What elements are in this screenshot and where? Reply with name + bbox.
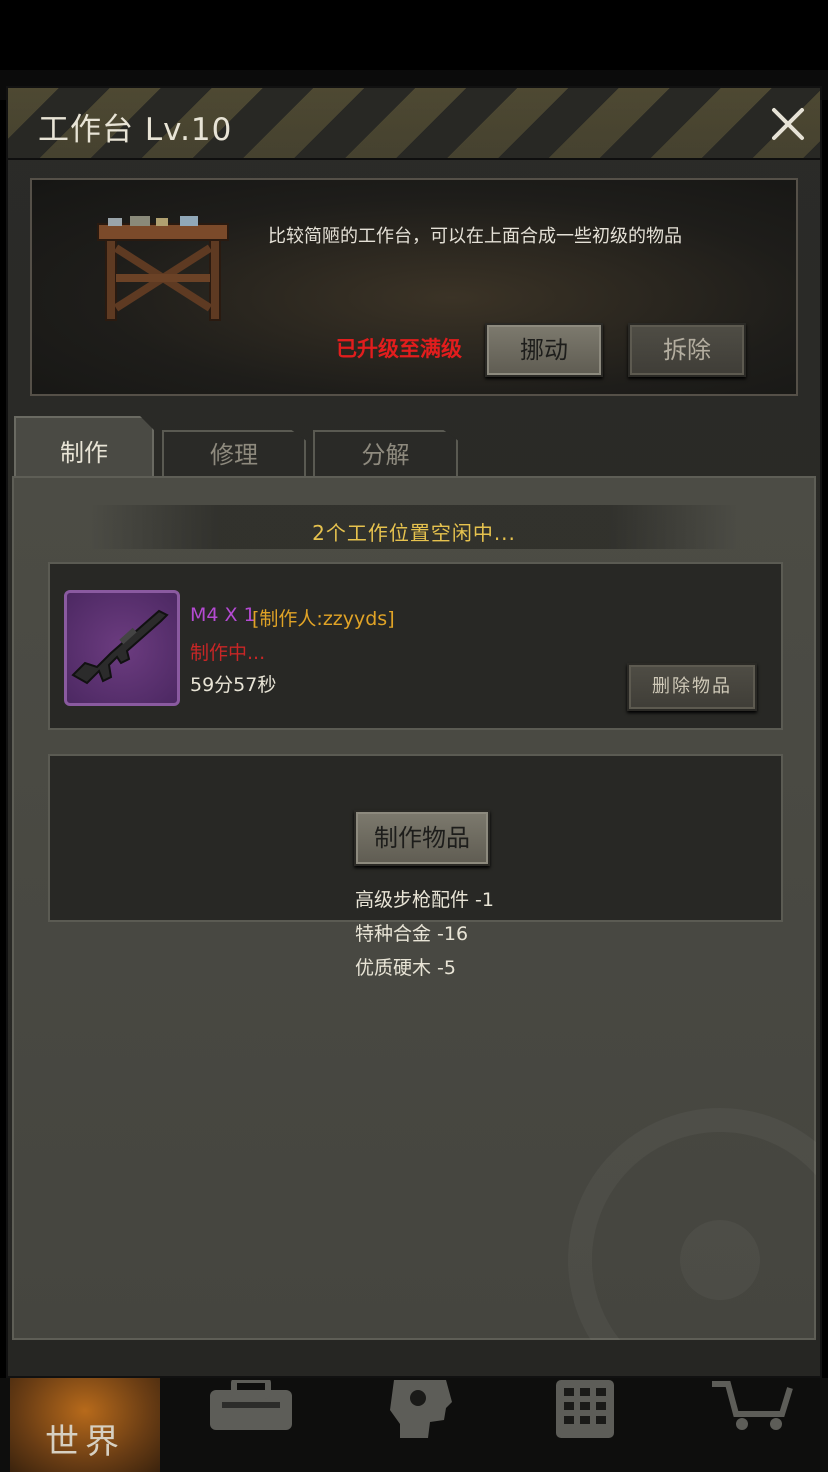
item-name: M4 X 1: [190, 604, 256, 626]
item-status: 制作中...: [190, 642, 266, 664]
workbench-icon: [97, 216, 229, 321]
delete-item-button[interactable]: 删除物品: [627, 663, 757, 711]
close-button[interactable]: [764, 100, 812, 148]
remove-button[interactable]: 拆除: [628, 323, 746, 377]
material-item: 特种合金 -16: [355, 923, 469, 945]
close-icon: [772, 108, 804, 140]
material-item: 优质硬木 -5: [355, 957, 456, 979]
calculator-icon[interactable]: [552, 1380, 618, 1440]
craft-item-button[interactable]: 制作物品: [354, 810, 490, 866]
move-button[interactable]: 挪动: [485, 323, 603, 377]
max-level-text: 已升级至满级: [336, 337, 462, 361]
backpack-icon[interactable]: [206, 1380, 296, 1434]
building-description: 比较简陋的工作台，可以在上面合成一些初级的物品: [268, 226, 682, 247]
nav-world-label: 世界: [45, 1422, 125, 1462]
free-slots-status: 2个工作位置空闲中...: [312, 521, 516, 545]
cart-icon[interactable]: [712, 1380, 794, 1432]
rifle-icon: [71, 609, 169, 685]
material-item: 高级步枪配件 -1: [355, 889, 494, 911]
tab-disassemble[interactable]: 分解: [313, 430, 458, 478]
radiation-watermark-icon: [568, 1108, 816, 1340]
tab-make[interactable]: 制作: [14, 416, 154, 480]
item-frame[interactable]: [64, 590, 180, 706]
tab-repair[interactable]: 修理: [162, 430, 306, 478]
item-maker: [制作人:zzyyds]: [252, 608, 395, 630]
head-gear-icon[interactable]: [380, 1380, 456, 1440]
item-time-left: 59分57秒: [190, 674, 277, 696]
panel-title: 工作台 Lv.10: [38, 112, 233, 148]
